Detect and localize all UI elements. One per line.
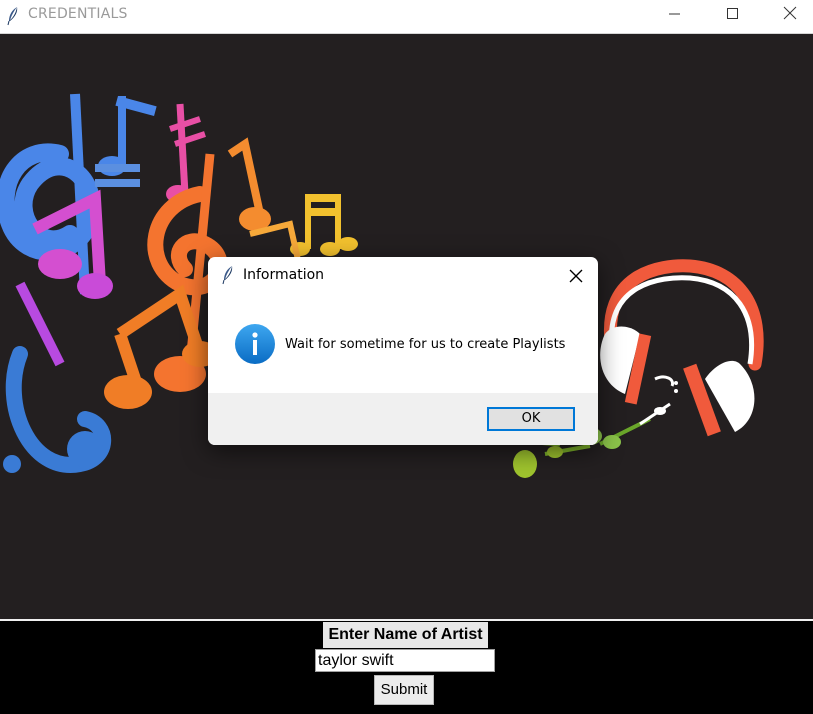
dialog-title: Information	[243, 267, 325, 283]
feather-icon	[222, 266, 233, 285]
minimize-icon	[669, 13, 680, 15]
information-dialog: Information Wait for sometime for us to …	[208, 257, 598, 445]
info-icon	[235, 324, 275, 364]
window-title: CREDENTIALS	[28, 6, 128, 22]
close-icon	[569, 269, 583, 283]
maximize-icon	[727, 8, 738, 19]
close-button[interactable]	[762, 0, 813, 28]
ok-button[interactable]: OK	[487, 407, 575, 431]
close-icon	[783, 6, 797, 20]
dialog-close-button[interactable]	[560, 263, 590, 289]
maximize-button[interactable]	[704, 0, 762, 28]
submit-button[interactable]: Submit	[374, 675, 434, 705]
feather-icon	[7, 7, 18, 26]
artist-name-input[interactable]: taylor swift	[315, 649, 495, 672]
dialog-message: Wait for sometime for us to create Playl…	[285, 337, 566, 352]
artist-label: Enter Name of Artist	[323, 622, 488, 648]
minimize-button[interactable]	[646, 0, 704, 28]
window-titlebar: CREDENTIALS	[0, 0, 813, 34]
